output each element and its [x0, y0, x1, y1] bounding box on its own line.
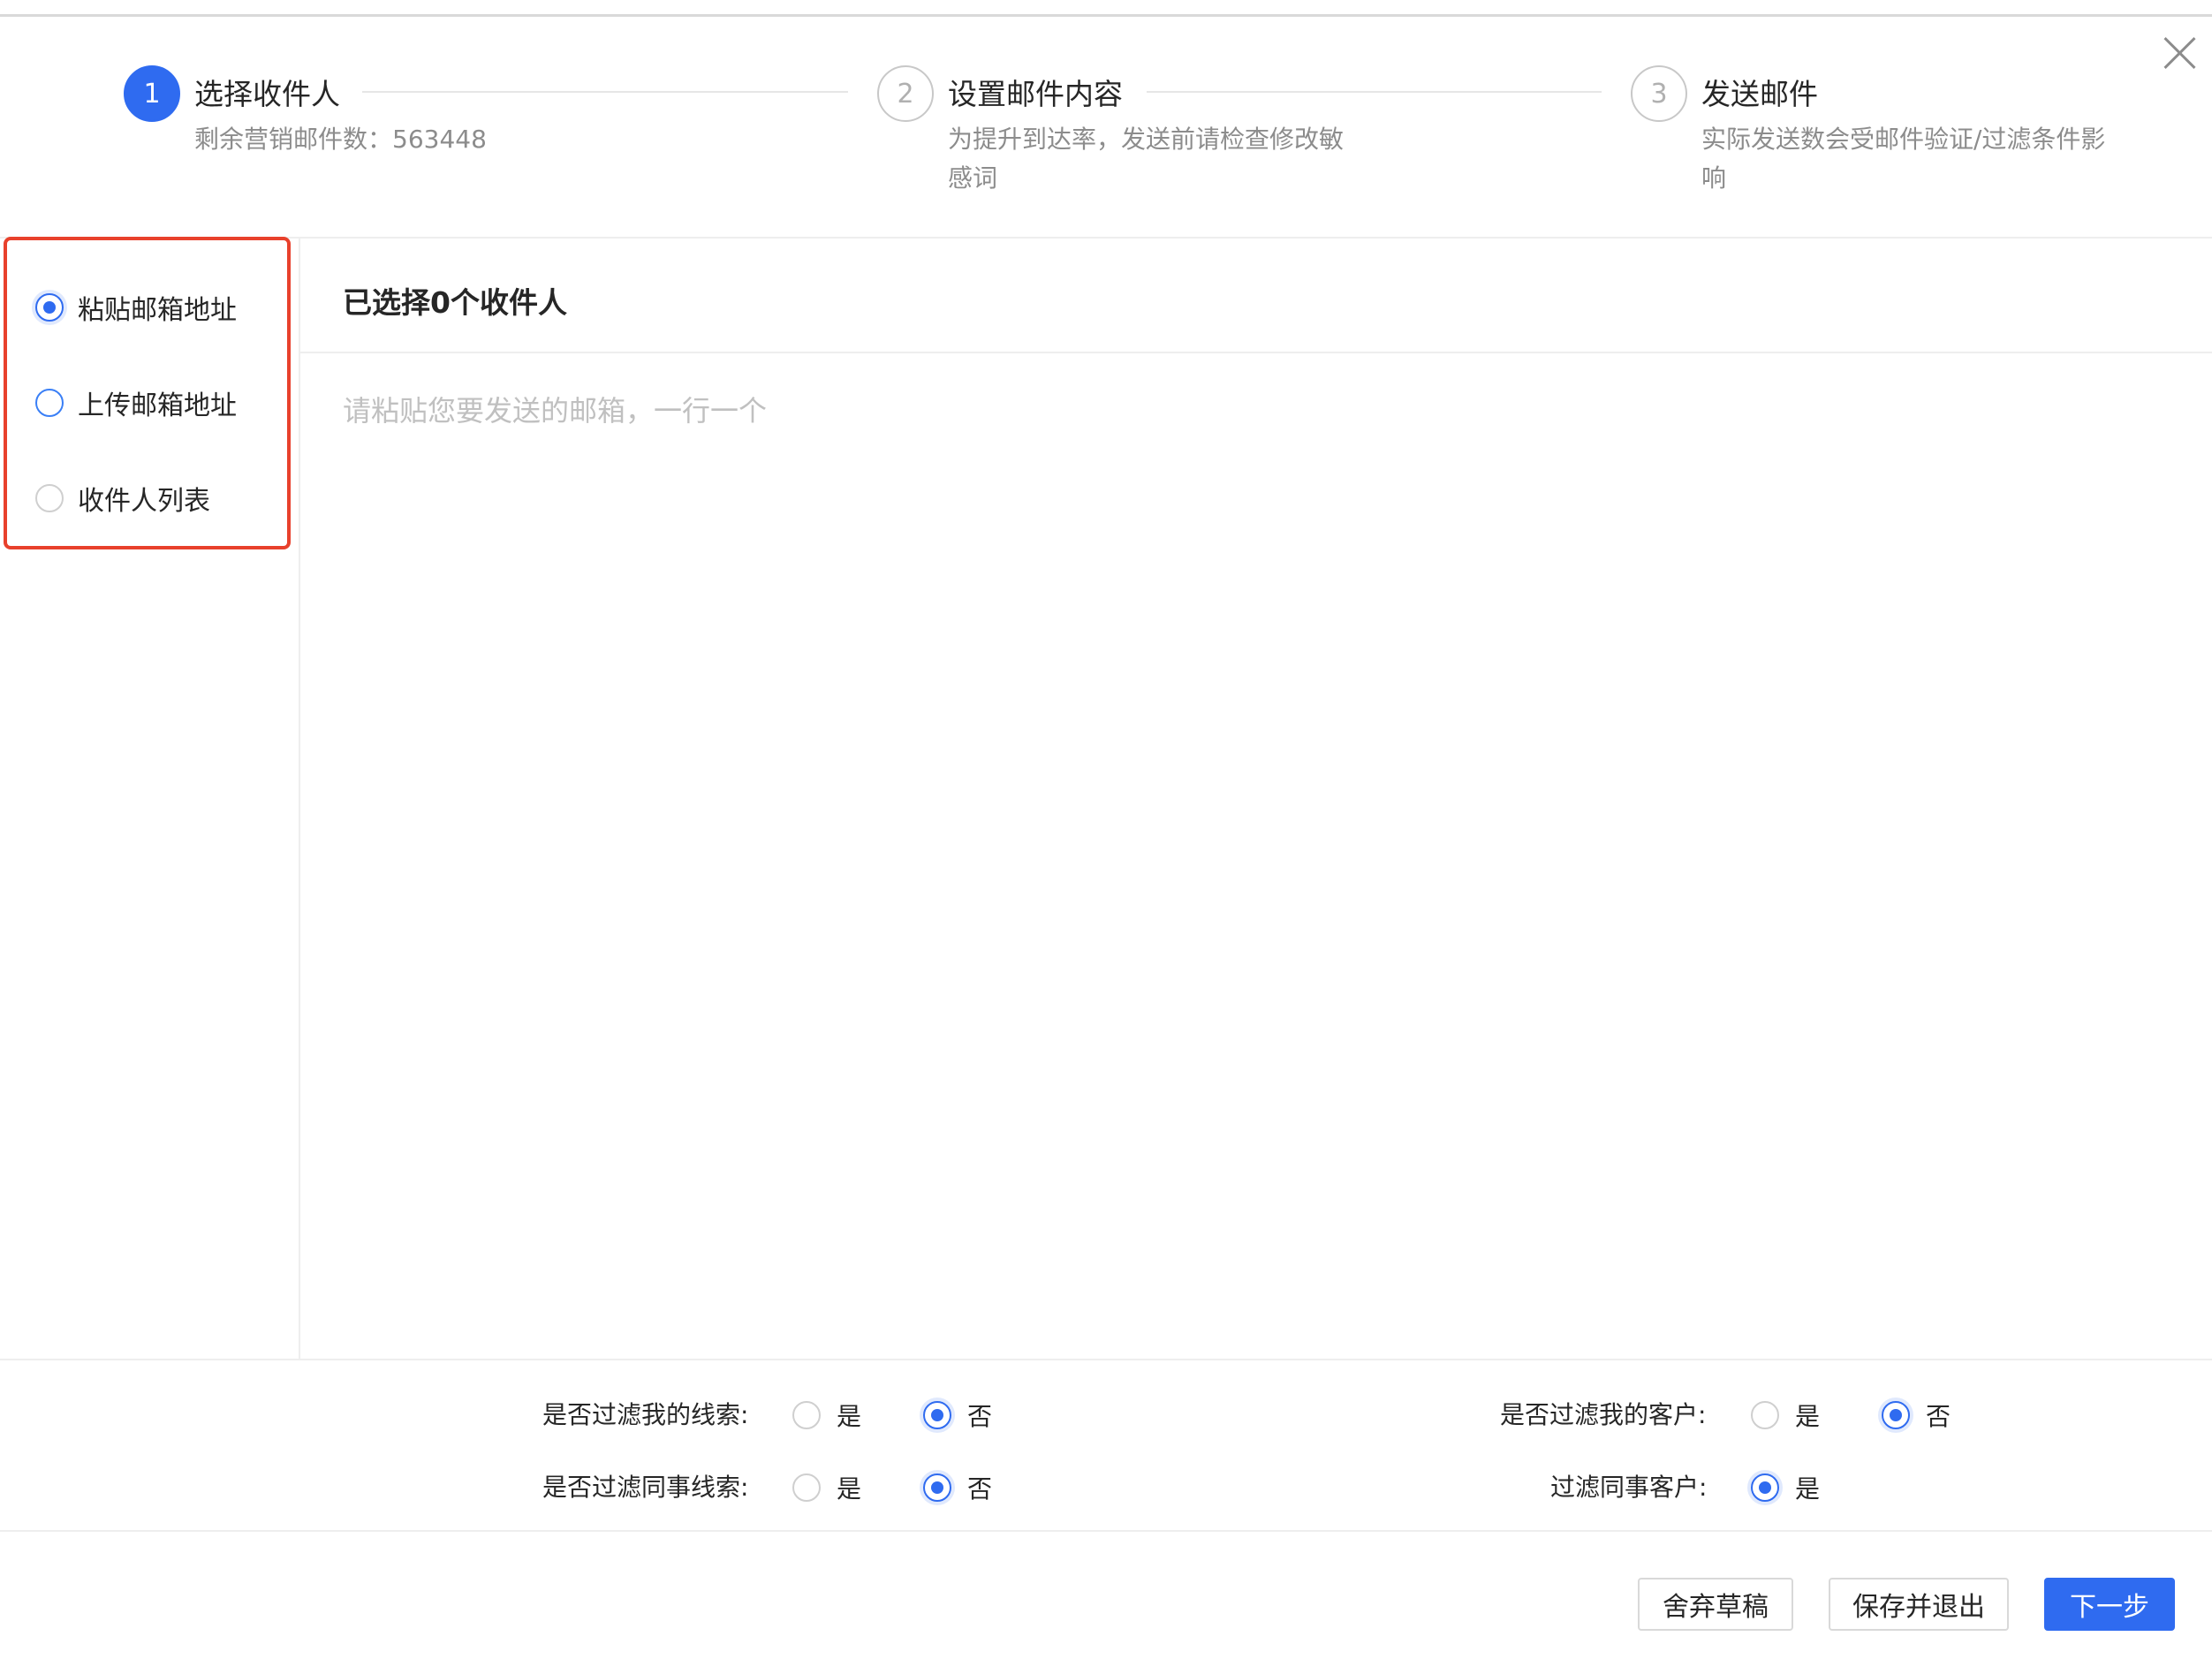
- radio-unchecked-icon[interactable]: [792, 1473, 821, 1502]
- top-window-edge: [0, 0, 2212, 17]
- radio-checked-icon[interactable]: [1751, 1473, 1779, 1502]
- option-recipient-list[interactable]: 收件人列表: [35, 479, 210, 518]
- radio-checked-icon[interactable]: [1882, 1401, 1910, 1429]
- step-title: 选择收件人: [194, 77, 340, 111]
- step-number: 1: [124, 65, 180, 122]
- radio-unchecked-icon[interactable]: [35, 389, 64, 417]
- footer-divider: [0, 1530, 2212, 1532]
- radio-checked-icon[interactable]: [923, 1401, 951, 1429]
- step-title: 设置邮件内容: [948, 77, 1123, 111]
- radio-checked-icon[interactable]: [923, 1473, 951, 1502]
- radio-unchecked-icon[interactable]: [1751, 1401, 1779, 1429]
- option-label: 上传邮箱地址: [78, 390, 237, 421]
- step-title: 发送邮件: [1701, 77, 1818, 111]
- remaining-emails-count: 剩余营销邮件数：563448: [194, 125, 487, 154]
- filter-colleague-leads-yes[interactable]: 是: [792, 1470, 861, 1505]
- radio-checked-icon[interactable]: [35, 293, 64, 322]
- filter-my-leads-yes[interactable]: 是: [792, 1398, 861, 1433]
- option-paste-emails[interactable]: 粘贴邮箱地址: [35, 288, 237, 327]
- close-icon[interactable]: [2161, 34, 2200, 72]
- filters-divider: [0, 1359, 2212, 1360]
- discard-draft-button[interactable]: 舍弃草稿: [1638, 1578, 1793, 1631]
- step-number: 2: [877, 65, 934, 122]
- filter-colleague-customers-yes[interactable]: 是: [1751, 1470, 1820, 1505]
- panel-divider: [299, 239, 300, 1359]
- filter-my-leads-label: 是否过滤我的线索:: [542, 1400, 749, 1429]
- option-label: 粘贴邮箱地址: [78, 295, 237, 326]
- header-divider: [0, 237, 2212, 239]
- email-paste-input[interactable]: [343, 389, 2180, 1325]
- next-step-button[interactable]: 下一步: [2044, 1578, 2175, 1631]
- option-upload-emails[interactable]: 上传邮箱地址: [35, 383, 237, 422]
- step-description: 实际发送数会受邮件验证/过滤条件影响: [1701, 125, 2106, 193]
- option-label: 收件人列表: [78, 486, 210, 517]
- radio-unchecked-icon[interactable]: [35, 484, 64, 512]
- content-divider: [300, 352, 2212, 353]
- filter-my-customers-no[interactable]: 否: [1882, 1398, 1951, 1433]
- step-number: 3: [1631, 65, 1687, 122]
- step-connector: [362, 91, 848, 93]
- selected-recipients-count: 已选择0个收件人: [343, 285, 567, 320]
- filter-my-leads-no[interactable]: 否: [923, 1398, 992, 1433]
- save-and-exit-button[interactable]: 保存并退出: [1829, 1578, 2009, 1631]
- filter-colleague-customers-label: 过滤同事客户:: [1550, 1473, 1708, 1502]
- recipient-source-panel: 粘贴邮箱地址 上传邮箱地址 收件人列表: [4, 237, 291, 549]
- radio-unchecked-icon[interactable]: [792, 1401, 821, 1429]
- filter-my-customers-yes[interactable]: 是: [1751, 1398, 1820, 1433]
- filter-colleague-leads-label: 是否过滤同事线索:: [542, 1473, 749, 1502]
- filter-my-customers-label: 是否过滤我的客户:: [1500, 1400, 1707, 1429]
- step-description: 为提升到达率，发送前请检查修改敏感词: [948, 125, 1345, 193]
- filter-colleague-leads-no[interactable]: 否: [923, 1470, 992, 1505]
- step-connector: [1147, 91, 1602, 93]
